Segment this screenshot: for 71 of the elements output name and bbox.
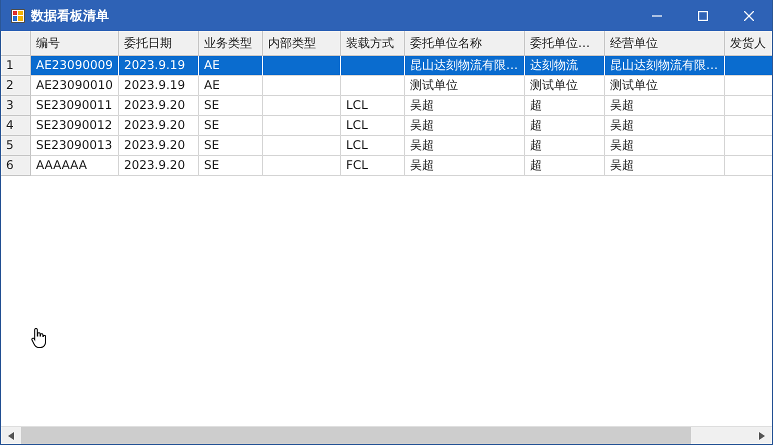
table-cell: AAAAAA [31, 156, 119, 176]
horizontal-scrollbar[interactable] [1, 426, 772, 444]
table-cell: SE [199, 136, 263, 156]
row-header[interactable]: 6 [1, 156, 31, 176]
table-cell: SE [199, 156, 263, 176]
table-cell: 2023.9.20 [119, 156, 199, 176]
table-cell: 吴超 [405, 156, 525, 176]
table-cell: SE23090012 [31, 116, 119, 136]
table-cell: SE [199, 116, 263, 136]
column-header[interactable]: 委托单位… [525, 31, 605, 56]
scrollbar-thumb[interactable] [21, 427, 691, 444]
table-cell: 吴超 [605, 156, 725, 176]
table-cell: 吴超 [405, 96, 525, 116]
table-cell: 2023.9.19 [119, 76, 199, 96]
table-cell: 测试单位 [405, 76, 525, 96]
table-row[interactable]: 5 SE23090013 2023.9.20 SE LCL 吴超 超 吴超 [1, 136, 772, 156]
table-cell: 吴超 [405, 136, 525, 156]
column-header[interactable]: 经营单位 [605, 31, 725, 56]
table-cell: 2023.9.20 [119, 136, 199, 156]
maximize-icon[interactable] [698, 10, 708, 20]
row-header[interactable]: 1 [1, 56, 31, 76]
column-header[interactable]: 装载方式 [341, 31, 405, 56]
table-cell: 2023.9.20 [119, 96, 199, 116]
window-title: 数据看板清单 [31, 8, 109, 24]
table-cell: SE23090013 [31, 136, 119, 156]
table-cell: AE23090010 [31, 76, 119, 96]
close-icon[interactable] [744, 10, 754, 20]
table-cell: 达刻物流 [525, 56, 605, 76]
table-cell: 超 [525, 96, 605, 116]
table-row[interactable]: 1 AE23090009 2023.9.19 AE 昆山达刻物流有限… 达刻物流 昆山达刻物流有限… [1, 56, 772, 76]
table-row[interactable]: 6 AAAAAA 2023.9.20 SE FCL 吴超 超 吴超 [1, 156, 772, 176]
table-cell: 吴超 [405, 116, 525, 136]
table-cell: 吴超 [605, 136, 725, 156]
column-header[interactable]: 发货人 [725, 31, 772, 56]
table-cell: 超 [525, 116, 605, 136]
table-cell: 测试单位 [525, 76, 605, 96]
column-header[interactable]: 编号 [31, 31, 119, 56]
table-cell: 昆山达刻物流有限… [405, 56, 525, 76]
column-header[interactable]: 委托单位名称 [405, 31, 525, 56]
table-cell: LCL [341, 96, 405, 116]
table-cell: 测试单位 [605, 76, 725, 96]
table-cell: SE23090011 [31, 96, 119, 116]
table-cell: 吴超 [605, 116, 725, 136]
table-cell: 昆山达刻物流有限… [605, 56, 725, 76]
table-cell: AE [199, 56, 263, 76]
table-cell: LCL [341, 116, 405, 136]
scroll-left-icon[interactable] [8, 432, 14, 440]
row-header[interactable]: 2 [1, 76, 31, 96]
corner-header [1, 31, 31, 56]
table-cell: AE23090009 [31, 56, 119, 76]
table-cell: LCL [341, 136, 405, 156]
table-row[interactable]: 2 AE23090010 2023.9.19 AE 测试单位 测试单位 测试单位 [1, 76, 772, 96]
table-row[interactable]: 3 SE23090011 2023.9.20 SE LCL 吴超 超 吴超 [1, 96, 772, 116]
app-icon [11, 8, 25, 22]
table-row[interactable]: 4 SE23090012 2023.9.20 SE LCL 吴超 超 吴超 [1, 116, 772, 136]
table-cell: AE [199, 76, 263, 96]
column-header[interactable]: 内部类型 [263, 31, 341, 56]
scroll-right-icon[interactable] [759, 432, 765, 440]
hand-cursor-icon [31, 327, 47, 349]
table-cell: 超 [525, 136, 605, 156]
table-cell: 吴超 [605, 96, 725, 116]
row-header[interactable]: 3 [1, 96, 31, 116]
table-cell: 2023.9.20 [119, 116, 199, 136]
column-header[interactable]: 业务类型 [199, 31, 263, 56]
row-header[interactable]: 4 [1, 116, 31, 136]
table-cell: 2023.9.19 [119, 56, 199, 76]
table-cell: 超 [525, 156, 605, 176]
column-header[interactable]: 委托日期 [119, 31, 199, 56]
table-cell: SE [199, 96, 263, 116]
table-cell: FCL [341, 156, 405, 176]
row-header[interactable]: 5 [1, 136, 31, 156]
